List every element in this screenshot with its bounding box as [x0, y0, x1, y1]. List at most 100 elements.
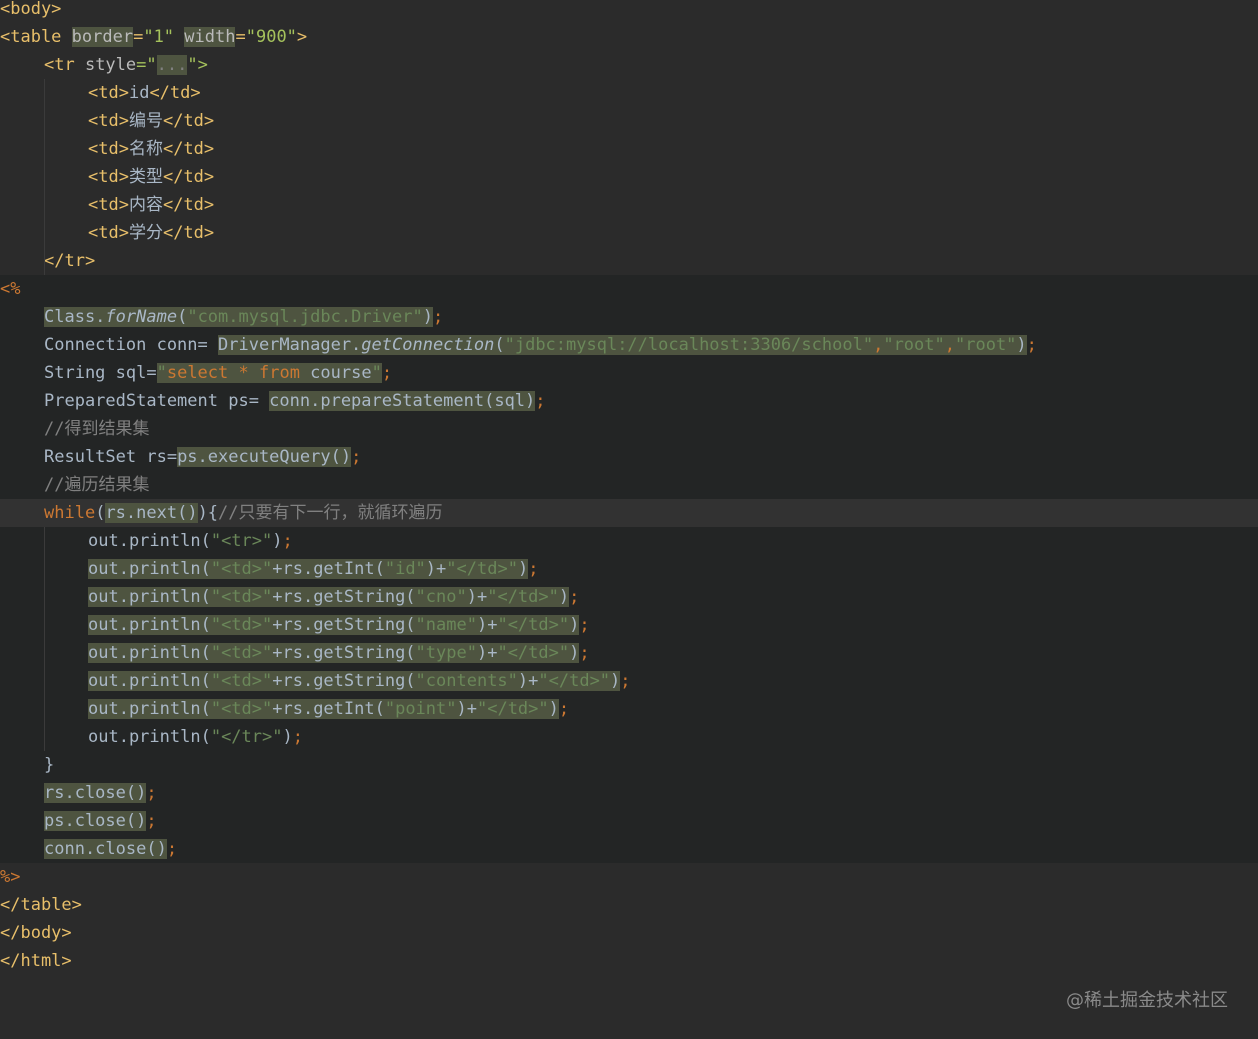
code-line[interactable]: <td>学分</td>: [0, 219, 1258, 247]
code-token: ps.close(): [44, 811, 147, 831]
code-line[interactable]: </html>: [0, 947, 1258, 975]
code-token: conn.prepareStatement(sql): [269, 391, 536, 411]
code-token: )+: [466, 587, 488, 607]
code-token: =: [235, 27, 246, 47]
code-token: "1": [143, 27, 175, 47]
code-token: out.println(: [88, 587, 211, 607]
code-token: "<td>": [210, 699, 273, 719]
code-token: conn.close(): [44, 839, 167, 859]
code-line[interactable]: <body>: [0, 0, 1258, 23]
code-token: (: [95, 503, 106, 523]
code-token: PreparedStatement ps=: [44, 391, 270, 411]
code-token: ,: [944, 335, 955, 355]
code-line[interactable]: conn.close();: [0, 835, 1258, 863]
code-editor[interactable]: <body> <table border="1" width="900"> <tr …: [0, 0, 1258, 1039]
code-line[interactable]: </tr>: [0, 247, 1258, 275]
code-line[interactable]: rs.close();: [0, 779, 1258, 807]
code-line[interactable]: Class.forName("com.mysql.jdbc.Driver");: [0, 303, 1258, 331]
code-token: +rs.getInt(: [272, 699, 385, 719]
code-line[interactable]: String sql="select * from course";: [0, 359, 1258, 387]
code-token: "<td>": [210, 559, 273, 579]
code-line[interactable]: out.println("<td>"+rs.getInt("point")+"<…: [0, 695, 1258, 723]
code-token: "<td>": [210, 671, 273, 691]
code-token: ): [282, 727, 293, 747]
code-line[interactable]: <td>名称</td>: [0, 135, 1258, 163]
code-token: rs.close(): [44, 783, 147, 803]
code-token: ": [156, 363, 167, 383]
code-token: "<td>": [210, 615, 273, 635]
code-token: }: [44, 755, 55, 775]
code-line[interactable]: out.println("</tr>");: [0, 723, 1258, 751]
code-token: )+: [517, 671, 539, 691]
code-token: while: [44, 503, 96, 523]
code-line[interactable]: <%: [0, 275, 1258, 303]
code-token: ;: [166, 839, 178, 859]
code-line[interactable]: ps.close();: [0, 807, 1258, 835]
code-token: </td>: [162, 139, 215, 159]
code-token: )+: [476, 643, 498, 663]
code-token: ps.executeQuery(): [177, 447, 352, 467]
code-line[interactable]: </table>: [0, 891, 1258, 919]
code-token: <td>: [88, 111, 129, 131]
code-token: <body>: [0, 0, 62, 19]
code-line[interactable]: out.println("<td>"+rs.getString("cno")+"…: [0, 583, 1258, 611]
code-token: out.println(: [88, 671, 211, 691]
code-token: ;: [146, 783, 157, 803]
code-token: border: [71, 27, 134, 47]
code-line[interactable]: out.println("<td>"+rs.getInt("id")+"</td…: [0, 555, 1258, 583]
code-token: id: [128, 83, 150, 103]
code-line[interactable]: out.println("<td>"+rs.getString("name")+…: [0, 611, 1258, 639]
code-line[interactable]: }: [0, 751, 1258, 779]
code-token: ;: [569, 587, 580, 607]
code-token: ResultSet rs=: [44, 447, 178, 467]
code-token: ;: [292, 727, 303, 747]
code-line[interactable]: out.println("<td>"+rs.getString("type")+…: [0, 639, 1258, 667]
code-token: width: [184, 27, 236, 47]
code-line[interactable]: //遍历结果集: [0, 471, 1258, 499]
code-token: )+: [456, 699, 477, 719]
code-line[interactable]: <td>内容</td>: [0, 191, 1258, 219]
code-token: ...: [156, 55, 188, 75]
code-token: ){: [197, 503, 219, 523]
code-line[interactable]: out.println("<td>"+rs.getString("content…: [0, 667, 1258, 695]
code-line[interactable]: Connection conn= DriverManager.getConnec…: [0, 331, 1258, 359]
code-token: =: [133, 27, 144, 47]
code-token: +rs.getInt(: [272, 559, 385, 579]
code-line[interactable]: </body>: [0, 919, 1258, 947]
code-line[interactable]: PreparedStatement ps= conn.prepareStatem…: [0, 387, 1258, 415]
code-line[interactable]: out.println("<tr>");: [0, 527, 1258, 555]
code-line[interactable]: <td>类型</td>: [0, 163, 1258, 191]
code-token: "root": [955, 335, 1017, 355]
code-token: out.println(: [88, 615, 211, 635]
code-token: >: [296, 27, 308, 47]
code-token: ;: [579, 643, 590, 663]
code-line[interactable]: %>: [0, 863, 1258, 891]
code-token: <td>: [88, 139, 129, 159]
code-token: )+: [476, 615, 498, 635]
code-token: Connection conn=: [44, 335, 218, 355]
code-line[interactable]: <td>编号</td>: [0, 107, 1258, 135]
code-token: 学分: [128, 223, 163, 243]
code-token: </td>: [162, 167, 215, 187]
code-token: )+: [425, 559, 447, 579]
code-line[interactable]: ResultSet rs=ps.executeQuery();: [0, 443, 1258, 471]
code-token: ;: [432, 307, 444, 327]
code-token: (: [177, 307, 188, 327]
watermark: @稀土掘金技术社区: [1066, 990, 1228, 1011]
code-line[interactable]: <tr style="...">: [0, 51, 1258, 79]
code-line[interactable]: //得到结果集: [0, 415, 1258, 443]
code-line[interactable]: while(rs.next()){//只要有下一行，就循环遍历: [0, 499, 1258, 527]
code-token: "name": [415, 615, 477, 635]
code-token: ">: [187, 55, 208, 75]
code-token: out.println(: [88, 559, 211, 579]
code-token: <tr: [44, 55, 85, 75]
code-line[interactable]: <td>id</td>: [0, 79, 1258, 107]
code-token: ): [569, 615, 580, 635]
code-token: "<td>": [210, 587, 273, 607]
code-token: out.println(: [88, 727, 211, 747]
code-token: "</td>": [497, 615, 570, 635]
code-line[interactable]: <table border="1" width="900">: [0, 23, 1258, 51]
code-token: "</tr>": [210, 727, 283, 747]
code-token: %>: [0, 867, 21, 887]
